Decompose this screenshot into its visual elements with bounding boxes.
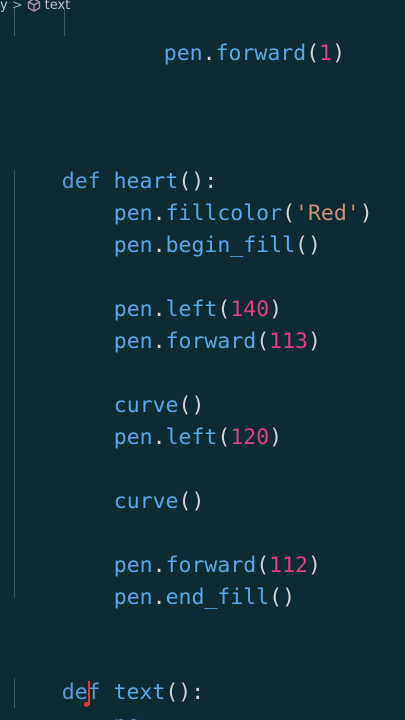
code-object: pen: [113, 425, 153, 450]
code-method: curve: [113, 489, 179, 514]
code-line: pen.fillcolor('Red'): [62, 166, 373, 226]
text-cursor: [88, 681, 90, 705]
code-paren-open: (: [256, 329, 270, 354]
code-method: forward: [165, 329, 257, 354]
code-paren-open: (: [306, 41, 320, 66]
code-object: pen: [113, 585, 153, 610]
code-paren-close: ): [269, 425, 283, 450]
code-dot: .: [152, 329, 166, 354]
code-editor[interactable]: pen.forward(1) def heart(): pen.fillcolo…: [0, 0, 405, 720]
code-dot: .: [202, 41, 216, 66]
code-object: pen: [113, 233, 153, 258]
code-paren-close: ): [359, 201, 373, 226]
code-line-def-heart: def heart():: [10, 134, 217, 194]
code-arg: 120: [230, 425, 270, 450]
code-paren-close: ): [307, 233, 321, 258]
code-line: pen.end_fill(): [62, 550, 295, 610]
code-method: end_fill: [165, 585, 270, 610]
code-line-def-text: def text():: [10, 645, 204, 705]
indent-guide: [14, 8, 15, 36]
code-line: pen.forward(1): [112, 6, 345, 66]
code-line: curve(): [62, 358, 205, 418]
code-line: pen.forward(113): [62, 294, 321, 354]
code-paren-open: (: [295, 233, 308, 258]
code-paren-open: (: [269, 585, 283, 610]
indent-guide: [64, 8, 65, 36]
code-line: curve(): [62, 454, 205, 514]
code-paren-close: ): [282, 585, 296, 610]
code-object: pen: [113, 329, 153, 354]
code-method: begin_fill: [165, 233, 296, 258]
code-arg: 1: [319, 41, 333, 66]
code-arg: 113: [269, 329, 308, 354]
code-paren-close: ): [332, 41, 346, 66]
code-line: pen.left(120): [62, 390, 282, 450]
code-object: pen: [163, 41, 203, 66]
code-dot: .: [152, 585, 166, 610]
indent-guide: [14, 170, 15, 598]
code-line: pen.begin_fill(): [62, 198, 321, 258]
typed-text: pe: [114, 712, 140, 720]
cursor-marker-icon: [84, 702, 89, 707]
code-paren-close: ): [307, 553, 321, 578]
code-method: left: [165, 425, 218, 450]
code-paren-close: ): [307, 329, 321, 354]
code-dot: .: [152, 233, 166, 258]
code-line: pen.left(140): [62, 262, 282, 322]
code-paren-open: (: [178, 489, 192, 514]
code-signature: ():: [165, 680, 205, 705]
code-paren-open: (: [217, 425, 231, 450]
code-line: pen.forward(112): [62, 518, 321, 578]
code-line-typing[interactable]: pe: [62, 677, 140, 720]
code-method: forward: [215, 41, 307, 66]
code-dot: .: [152, 425, 166, 450]
code-paren-close: ): [191, 489, 205, 514]
